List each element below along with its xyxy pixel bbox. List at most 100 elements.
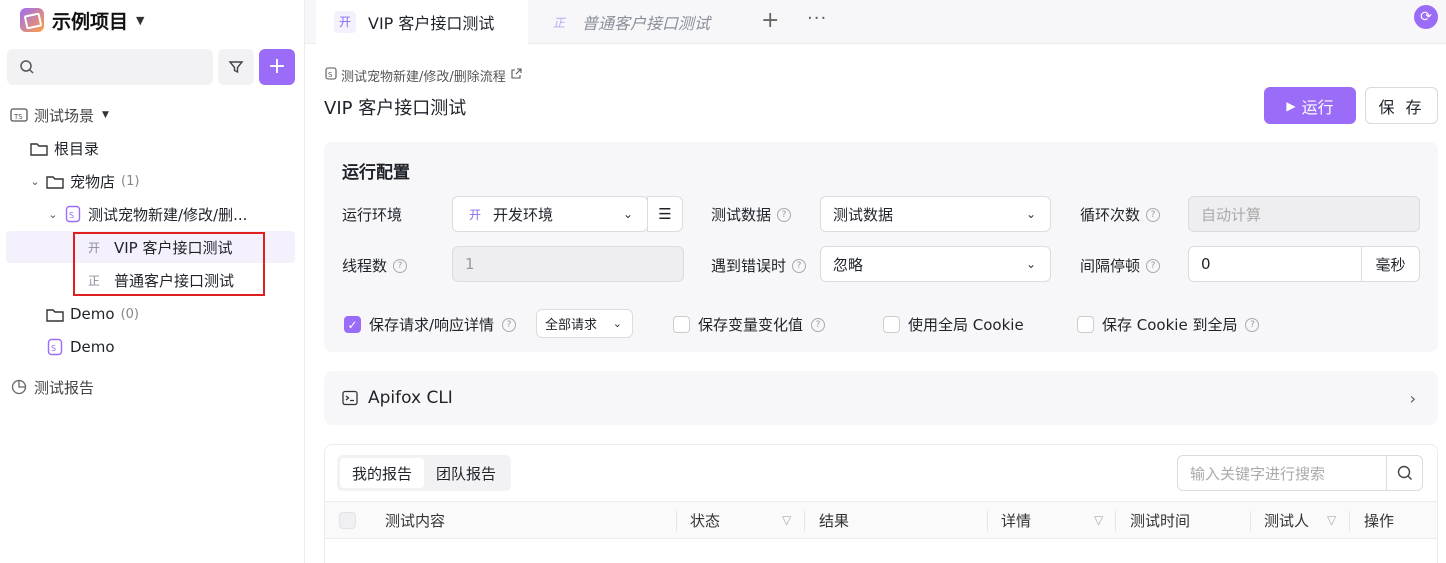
filter-icon[interactable]: ▽ [1094, 513, 1103, 527]
tree-item-scene[interactable]: ⌄ S 测试宠物新建/修改/删... [46, 198, 341, 230]
external-link-icon[interactable] [510, 67, 522, 84]
help-icon[interactable]: ? [393, 258, 408, 273]
chevron-right-icon: › [1409, 388, 1416, 408]
help-icon[interactable]: ? [777, 207, 792, 222]
config-title: 运行配置 [342, 163, 410, 183]
tree-item-count: (0) [120, 306, 139, 322]
sidebar-reports[interactable]: 测试报告 [10, 371, 305, 403]
pie-chart-icon [10, 378, 28, 396]
plus-icon: + [267, 54, 287, 79]
column-header-content: 测试内容 [385, 511, 446, 530]
filter-icon[interactable]: ▽ [782, 513, 791, 527]
interval-unit: 毫秒 [1361, 246, 1420, 282]
env-label: 运行环境 [342, 204, 402, 225]
report-search-placeholder: 输入关键字进行搜索 [1190, 464, 1326, 483]
loop-count-input[interactable]: 自动计算 [1188, 196, 1420, 232]
breadcrumb[interactable]: S 测试宠物新建/修改/删除流程 [325, 66, 522, 85]
interval-input[interactable]: 0 [1188, 246, 1362, 282]
project-switcher[interactable]: 示例项目 ▼ [20, 6, 144, 34]
page-title: VIP 客户接口测试 [324, 98, 467, 119]
tree-item-label: 宠物店 [70, 172, 116, 191]
tree-item-demo-scene[interactable]: S Demo [46, 331, 341, 363]
loop-label: 循环次数? [1080, 204, 1161, 225]
chevron-down-icon[interactable]: ⌄ [28, 175, 42, 188]
sync-icon[interactable]: ⟳ [1414, 5, 1438, 29]
chevron-down-icon: ⌄ [612, 317, 622, 330]
folder-icon [46, 172, 64, 190]
apifox-cli-section[interactable]: Apifox CLI › [324, 371, 1438, 425]
search-icon [1397, 465, 1412, 480]
help-icon[interactable]: ? [1146, 207, 1161, 222]
tab-my-reports[interactable]: 我的报告 [340, 458, 425, 488]
env-manage-button[interactable]: ☰ [647, 196, 683, 232]
data-label-text: 测试数据 [711, 206, 772, 224]
scene-icon: S [325, 67, 337, 84]
save-button[interactable]: 保 存 [1365, 87, 1438, 124]
menu-icon: ☰ [658, 205, 672, 223]
env-tag: 开 [468, 207, 481, 222]
add-button[interactable]: + [259, 49, 295, 85]
help-icon[interactable]: ? [502, 317, 517, 332]
chevron-down-icon[interactable]: ⌄ [46, 208, 60, 221]
interval-label-text: 间隔停顿 [1080, 257, 1141, 275]
threads-input[interactable]: 1 [452, 246, 684, 282]
save-cookie-checkbox[interactable]: 保存 Cookie 到全局 ? [1077, 314, 1260, 335]
svg-text:S: S [51, 344, 56, 353]
save-detail-scope-value: 全部请求 [545, 318, 598, 333]
tree-item-petshop[interactable]: ⌄ 宠物店 (1) [28, 165, 323, 197]
select-all-checkbox[interactable] [339, 512, 356, 529]
folder-icon [46, 305, 64, 323]
column-header-detail: 详情 [1001, 511, 1032, 530]
folder-icon [30, 139, 48, 157]
use-cookie-checkbox[interactable]: 使用全局 Cookie [883, 314, 1024, 335]
tab-vip-test[interactable]: 开 VIP 客户接口测试 [316, 0, 528, 44]
loop-placeholder: 自动计算 [1201, 205, 1262, 224]
play-icon: ▶ [1286, 98, 1296, 113]
more-icon[interactable]: ··· [807, 8, 827, 29]
interval-label: 间隔停顿? [1080, 255, 1161, 276]
project-logo-icon [20, 8, 44, 32]
column-header-time: 测试时间 [1130, 511, 1191, 530]
save-cookie-label: 保存 Cookie 到全局 [1102, 316, 1238, 334]
help-icon[interactable]: ? [792, 258, 807, 273]
checkbox-icon [1077, 316, 1094, 333]
save-vars-checkbox[interactable]: 保存变量变化值 ? [673, 314, 826, 335]
column-divider [1250, 511, 1251, 531]
on-error-select[interactable]: 忽略 ⌄ [820, 246, 1051, 282]
threads-label-text: 线程数 [342, 257, 388, 275]
threads-value: 1 [465, 255, 475, 273]
save-detail-checkbox[interactable]: ✓ 保存请求/响应详情 ? [344, 314, 517, 335]
column-divider [987, 511, 988, 531]
tree-item-demo-folder[interactable]: Demo (0) [46, 298, 341, 330]
tab-bar: 开 VIP 客户接口测试 正 普通客户接口测试 + ··· ⟳ [305, 0, 1446, 44]
new-tab-plus-icon[interactable]: + [761, 8, 779, 33]
search-icon [20, 60, 34, 74]
tab-normal-test[interactable]: 正 普通客户接口测试 [542, 0, 762, 44]
filter-icon[interactable]: ▽ [1327, 513, 1336, 527]
help-icon[interactable]: ? [811, 317, 826, 332]
filter-button[interactable] [218, 49, 254, 85]
report-search-input[interactable]: 输入关键字进行搜索 [1177, 455, 1423, 491]
sidebar-search-input[interactable] [7, 49, 213, 85]
help-icon[interactable]: ? [1245, 317, 1260, 332]
tree-item-label: Demo [70, 338, 115, 356]
use-cookie-label: 使用全局 Cookie [908, 316, 1024, 334]
test-data-select[interactable]: 测试数据 ⌄ [820, 196, 1051, 232]
caret-down-icon: ▼ [136, 13, 145, 27]
search-button[interactable] [1386, 456, 1422, 490]
save-detail-label: 保存请求/响应详情 [369, 316, 495, 334]
column-header-status: 状态 [690, 511, 721, 530]
column-divider [676, 511, 677, 531]
save-detail-scope-select[interactable]: 全部请求 ⌄ [536, 309, 633, 338]
env-select[interactable]: 开 开发环境 ⌄ [452, 196, 648, 232]
reports-section: 我的报告 团队报告 输入关键字进行搜索 测试内容 状态 ▽ 结果 详情 ▽ 测试… [324, 444, 1438, 563]
tab-team-reports[interactable]: 团队报告 [424, 458, 508, 488]
run-button[interactable]: ▶ 运行 [1264, 87, 1356, 124]
help-icon[interactable]: ? [1146, 258, 1161, 273]
tree-item-root[interactable]: 根目录 [30, 132, 325, 164]
breadcrumb-label: 测试宠物新建/修改/删除流程 [341, 70, 506, 85]
interval-value: 0 [1201, 255, 1211, 273]
sidebar-scene-header[interactable]: TS 测试场景 ▼ [10, 99, 305, 131]
error-label-text: 遇到错误时 [711, 257, 787, 275]
cli-title: Apifox CLI [368, 388, 453, 408]
